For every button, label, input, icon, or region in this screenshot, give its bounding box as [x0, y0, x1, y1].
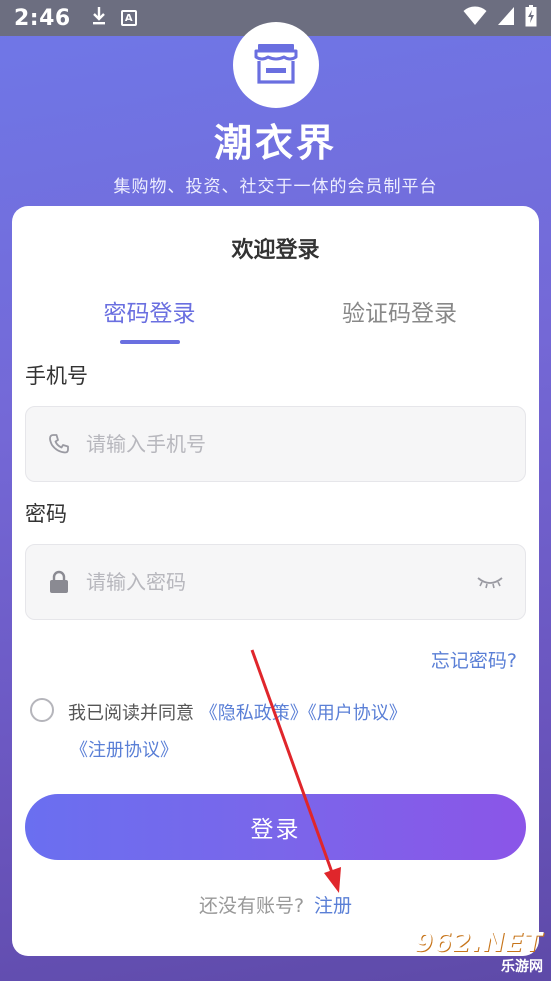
active-tab-indicator [120, 340, 180, 344]
register-agreement-link[interactable]: 《注册协议》 [70, 736, 178, 762]
login-button[interactable]: 登录 [25, 794, 526, 860]
phone-icon [46, 431, 72, 457]
phone-field [25, 406, 526, 482]
storefront-icon [253, 42, 299, 88]
watermark-suffix: .NET [471, 928, 543, 958]
a-notification-icon: A [120, 10, 137, 26]
agreement-prefix: 我已阅读并同意 [68, 703, 194, 724]
register-link[interactable]: 注册 [314, 895, 352, 917]
privacy-policy-link[interactable]: 《隐私政策》 [200, 703, 308, 724]
register-prompt: 还没有账号? [198, 895, 305, 917]
card-title: 欢迎登录 [231, 238, 320, 263]
forgot-password-link[interactable]: 忘记密码? [431, 646, 517, 673]
password-field [25, 544, 526, 620]
user-agreement-link[interactable]: 《用户协议》 [308, 703, 407, 724]
watermark-sub: 乐游网 [501, 959, 543, 975]
tab-code-login[interactable]: 验证码登录 [317, 294, 482, 328]
status-time: 2:46 [14, 5, 71, 31]
download-icon [91, 5, 107, 31]
register-row: 还没有账号? 注册 [12, 891, 539, 918]
watermark-number: 962 [414, 928, 472, 958]
phone-label: 手机号 [25, 364, 88, 388]
agreement-checkbox[interactable] [30, 698, 54, 722]
app-title: 潮衣界 [213, 121, 337, 165]
tab-password-login[interactable]: 密码登录 [72, 294, 227, 328]
app-logo [233, 22, 319, 108]
site-watermark: 962.NET 乐游网 [407, 927, 543, 977]
watermark-logo: 962.NET [415, 928, 543, 958]
battery-icon [525, 5, 537, 31]
cell-signal-icon [497, 6, 515, 30]
wifi-icon [463, 6, 487, 30]
agreement-text: 我已阅读并同意 《隐私政策》《用户协议》 [68, 699, 407, 725]
login-card: 欢迎登录 密码登录 验证码登录 手机号 密码 忘记密码? 我已阅读并同意 《隐私… [12, 206, 539, 956]
lock-icon [46, 569, 72, 595]
app-subtitle: 集购物、投资、社交于一体的会员制平台 [113, 177, 438, 197]
password-input[interactable] [86, 570, 475, 594]
password-label: 密码 [25, 502, 67, 526]
eye-closed-icon[interactable] [475, 569, 505, 595]
phone-input[interactable] [86, 432, 505, 456]
